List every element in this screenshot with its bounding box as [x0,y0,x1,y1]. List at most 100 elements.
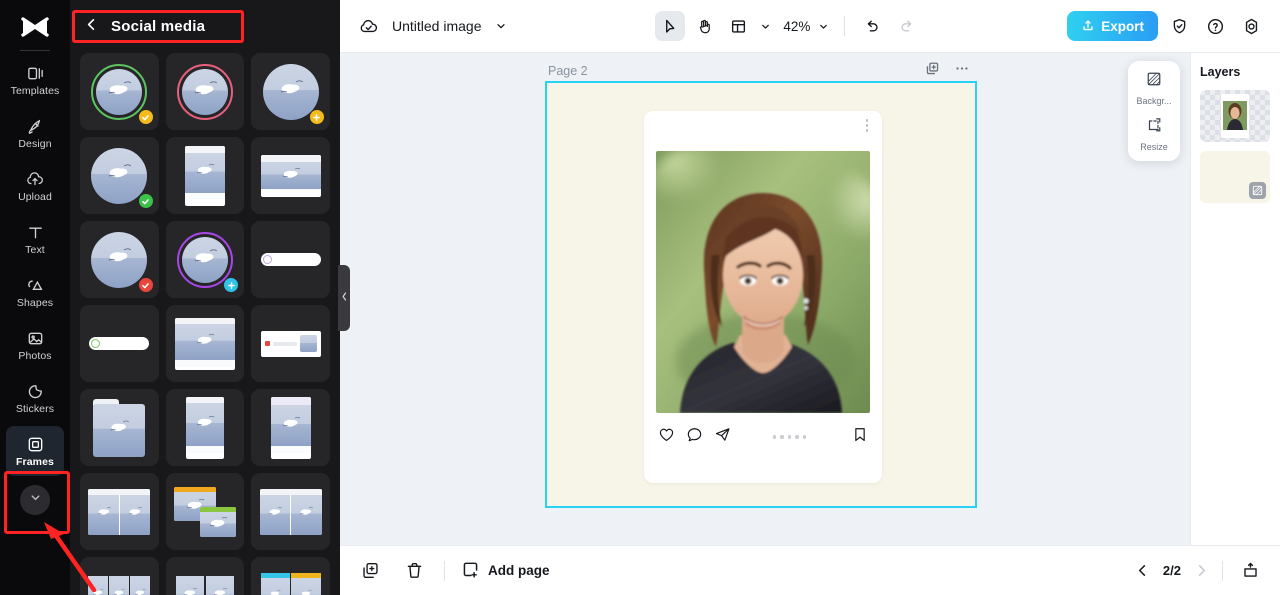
frames-grid [70,53,340,595]
shapes-icon [26,275,45,295]
panel-collapse-handle[interactable] [338,265,350,331]
frame-tile-circle-story-purple-ring[interactable] [166,221,245,298]
sidebar-item-frames[interactable]: Frames [6,426,64,476]
post-action-bar [644,413,882,461]
frame-tile-folder-frame[interactable] [80,389,159,466]
frame-tile-post-wide-card[interactable] [251,137,330,214]
sidebar-item-label: Templates [11,86,60,97]
sidebar-more-button[interactable] [20,485,50,515]
background-button[interactable]: Backgr... [1128,70,1180,106]
help-circle-icon[interactable] [1202,12,1230,40]
panel-header: Social media [70,0,340,53]
chevron-down-icon[interactable] [492,12,510,40]
frame-tile-circle-story-pink-ring[interactable] [166,53,245,130]
layer-item-photo-post[interactable] [1200,90,1270,142]
page-indicator: 2/2 [1163,563,1181,578]
frames-panel: Social media [70,0,340,595]
duplicate-icon[interactable] [356,557,384,585]
trash-icon[interactable] [400,557,428,585]
duplicate-page-icon[interactable] [925,61,940,81]
sidebar-item-shapes[interactable]: Shapes [6,267,64,317]
frame-tile-stacked-windows[interactable] [166,473,245,550]
heart-icon[interactable] [658,426,675,448]
frame-tile-circle-story-red-check[interactable] [80,221,159,298]
chevron-left-icon [341,289,348,307]
panel-title: Social media [111,18,205,35]
export-button[interactable]: Export [1067,11,1158,41]
background-label: Backgr... [1136,96,1171,106]
sidebar-item-templates[interactable]: Templates [6,55,64,105]
frame-tile-post-vertical-card[interactable] [166,137,245,214]
canvas-float-panel: Backgr... Resize [1128,61,1180,161]
bookmark-icon[interactable] [852,426,868,448]
cloud-save-icon[interactable] [354,12,382,40]
sidebar-item-stickers[interactable]: Stickers [6,373,64,423]
frame-tile-circle-story-green-ring[interactable] [80,53,159,130]
upload-cloud-icon [25,169,45,189]
main-area: Untitled image [340,0,1280,595]
redo-button[interactable] [891,11,921,41]
undo-button[interactable] [857,11,887,41]
hand-tool-button[interactable] [689,11,719,41]
comment-icon[interactable] [686,426,703,448]
sidebar-item-label: Frames [16,457,54,468]
frame-tile-double-pane-row[interactable] [166,557,245,595]
toolbar-left: Untitled image [354,12,510,40]
bottom-left-tools: Add page [356,557,550,585]
layer-item-background[interactable] [1200,151,1270,203]
kebab-menu-icon[interactable] [866,119,869,132]
add-page-label: Add page [488,563,550,578]
shield-check-icon[interactable] [1166,12,1194,40]
page-navigation: 2/2 [1135,557,1264,585]
background-icon [1249,182,1266,199]
layout-panel-button[interactable] [723,11,753,41]
frame-tile-split-two-pane[interactable] [80,473,159,550]
capcut-logo-icon[interactable] [15,10,55,44]
sidebar-item-text[interactable]: Text [6,214,64,264]
frame-tile-pill-bar-green[interactable] [80,305,159,382]
post-photo[interactable] [656,151,870,413]
layers-title: Layers [1200,65,1271,79]
select-tool-button[interactable] [655,11,685,41]
frame-tile-pill-bar-plain[interactable] [251,221,330,298]
back-button[interactable] [84,17,99,37]
zoom-caret-button[interactable] [814,11,832,41]
canvas-area[interactable]: Page 2 [340,53,1190,545]
layout-caret-button[interactable] [757,11,773,41]
frame-tile-circle-story-green-check[interactable] [80,137,159,214]
add-page-button[interactable]: Add page [461,560,550,582]
bottom-divider [444,561,445,581]
sidebar-item-photos[interactable]: Photos [6,320,64,370]
instagram-post-card[interactable] [644,111,882,483]
stickers-icon [26,381,45,401]
send-icon[interactable] [714,426,731,448]
frame-tile-color-tab-grid[interactable] [251,557,330,595]
document-title[interactable]: Untitled image [392,18,482,34]
frame-tile-triple-pane-row[interactable] [80,557,159,595]
sidebar-item-upload[interactable]: Upload [6,161,64,211]
photos-icon [26,328,45,348]
zoom-level[interactable]: 42% [783,19,810,34]
sidebar-item-label: Design [18,139,51,150]
page-canvas[interactable] [545,81,977,508]
frame-tile-post-tall-card[interactable] [251,389,330,466]
frame-tile-browser-window-card[interactable] [166,305,245,382]
sidebar-item-design[interactable]: Design [6,108,64,158]
settings-icon[interactable] [1238,12,1266,40]
frame-tile-circle-story-plain-plus[interactable] [251,53,330,130]
resize-button[interactable]: Resize [1128,116,1180,152]
frame-tile-wide-browser-two-pane[interactable] [251,473,330,550]
tile-badge [138,193,154,209]
next-page-button[interactable] [1194,563,1209,578]
frame-tile-story-tall-card[interactable] [166,389,245,466]
sidebar-item-label: Upload [18,192,52,203]
present-icon[interactable] [1236,557,1264,585]
sidebar-item-label: Stickers [16,404,54,415]
left-rail: Templates Design Upload [0,0,70,595]
prev-page-button[interactable] [1135,563,1150,578]
tile-badge [223,277,239,293]
upload-icon [1081,18,1095,35]
resize-icon [1145,116,1163,139]
frame-tile-player-bar-card[interactable] [251,305,330,382]
more-horizontal-icon[interactable] [954,61,970,81]
